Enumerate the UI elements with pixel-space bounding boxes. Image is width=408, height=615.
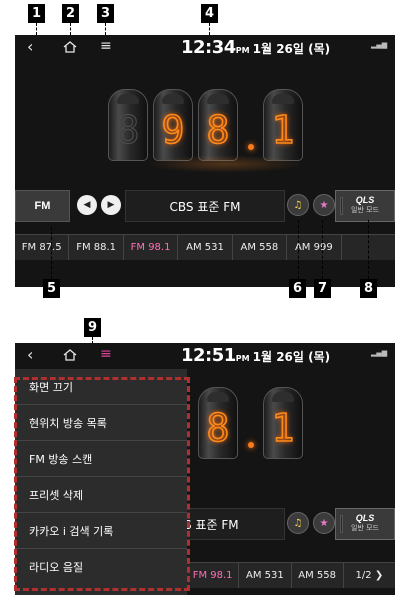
qls-button[interactable]: QLS 일반 모드 <box>335 508 395 540</box>
radio-screen-main: ‹ ≡ 12:34PM 1월 26일 (목) ▂▄▆ 8 9 8 1 FM ◀ ▶… <box>15 35 395 287</box>
qls-button[interactable]: QLS 일반 모드 <box>335 190 395 222</box>
star-icon: ★ <box>319 517 329 529</box>
music-note-icon: ♫ <box>293 199 303 211</box>
signal-icon: ▂▄▆ <box>371 41 388 49</box>
band-button[interactable]: FM <box>15 190 70 222</box>
decimal-point <box>248 144 254 150</box>
nixie-digit: 8 <box>206 107 230 153</box>
preset-item[interactable]: AM 531 <box>178 235 233 260</box>
station-name-display: S 표준 FM <box>175 508 285 540</box>
nixie-digit: 8 <box>116 107 140 152</box>
nixie-digit: 1 <box>271 107 295 153</box>
qls-logo: QLS <box>355 195 375 205</box>
nixie-digit: 9 <box>161 107 185 153</box>
nixie-tube-3: 8 <box>198 89 238 161</box>
callout-6: 6 <box>289 279 306 298</box>
callout-7: 7 <box>314 279 331 298</box>
menu-icon[interactable]: ≡ <box>100 39 112 53</box>
clock-date: 1월 26일 (목) <box>252 42 331 56</box>
leader-line <box>36 23 37 35</box>
leader-line <box>368 220 369 279</box>
leader-line <box>51 227 52 279</box>
nixie-tube-3: 8 <box>198 387 238 459</box>
preset-item[interactable]: AM 999 <box>287 235 342 260</box>
home-icon[interactable] <box>63 349 77 361</box>
callout-5: 5 <box>43 279 60 298</box>
nixie-tube-4: 1 <box>263 387 303 459</box>
leader-line <box>298 220 299 279</box>
preset-bar: FM 98.1 AM 531 AM 558 1/2 ❯ <box>187 562 395 588</box>
station-name: CBS 표준 FM <box>169 199 241 214</box>
nixie-tube-2: 9 <box>153 89 193 161</box>
music-note-icon: ♫ <box>293 517 303 529</box>
qls-mode-label: 일반 모드 <box>351 206 379 214</box>
status-bar: ‹ ≡ 12:34PM 1월 26일 (목) ▂▄▆ <box>15 35 395 61</box>
star-icon: ★ <box>319 199 329 211</box>
tube-glow <box>145 155 305 173</box>
qls-logo: QLS <box>355 513 375 523</box>
clock: 12:51PM 1월 26일 (목) <box>181 345 330 366</box>
callout-8: 8 <box>360 279 377 298</box>
leader-line <box>322 220 323 279</box>
preset-page-next[interactable]: 1/2 ❯ <box>344 563 395 588</box>
favorite-button[interactable]: ★ <box>313 512 335 534</box>
clock-ampm: PM <box>235 354 250 363</box>
leader-line <box>105 23 106 35</box>
back-icon[interactable]: ‹ <box>27 347 33 363</box>
sound-search-button[interactable]: ♫ <box>287 512 309 534</box>
callout-4: 4 <box>201 4 218 23</box>
clock: 12:34PM 1월 26일 (목) <box>181 37 330 58</box>
clock-time: 12:34 <box>181 37 236 58</box>
preset-item[interactable]: FM 87.5 <box>15 235 70 260</box>
callout-1: 1 <box>28 4 45 23</box>
sound-search-button[interactable]: ♫ <box>287 194 309 216</box>
preset-item[interactable]: AM 531 <box>239 563 292 588</box>
leader-line <box>70 23 71 35</box>
preset-bar: FM 87.5 FM 88.1 FM 98.1 AM 531 AM 558 AM… <box>15 234 395 260</box>
favorite-button[interactable]: ★ <box>313 194 335 216</box>
station-name: S 표준 FM <box>184 517 239 532</box>
preset-item-active[interactable]: FM 98.1 <box>187 563 240 588</box>
callout-2: 2 <box>62 4 79 23</box>
station-name-display: CBS 표준 FM <box>125 190 285 222</box>
seek-next-button[interactable]: ▶ <box>101 195 121 215</box>
nixie-digit: 1 <box>271 405 295 451</box>
callout-9: 9 <box>84 318 101 337</box>
highlight-box <box>14 377 190 591</box>
leader-line <box>209 23 210 35</box>
clock-time: 12:51 <box>181 345 236 366</box>
callout-3: 3 <box>97 4 114 23</box>
clock-date: 1월 26일 (목) <box>252 350 331 364</box>
nixie-tube-1: 8 <box>108 89 148 161</box>
menu-icon[interactable]: ≡ <box>100 347 112 361</box>
triangle-right-icon: ▶ <box>107 200 115 210</box>
back-icon[interactable]: ‹ <box>27 39 33 55</box>
decimal-point <box>248 442 254 448</box>
nixie-digit: 8 <box>206 405 230 451</box>
home-icon[interactable] <box>63 41 77 53</box>
preset-item[interactable]: FM 88.1 <box>69 235 124 260</box>
qls-indicator <box>340 515 343 533</box>
triangle-left-icon: ◀ <box>83 200 91 210</box>
preset-item[interactable]: AM 558 <box>292 563 344 588</box>
seek-prev-button[interactable]: ◀ <box>77 195 97 215</box>
signal-icon: ▂▄▆ <box>371 349 388 357</box>
preset-item[interactable]: AM 558 <box>233 235 288 260</box>
clock-ampm: PM <box>235 46 250 55</box>
preset-item-active[interactable]: FM 98.1 <box>124 235 179 260</box>
qls-indicator <box>340 197 343 215</box>
status-bar: ‹ ≡ 12:51PM 1월 26일 (목) ▂▄▆ <box>15 343 395 369</box>
control-row: FM ◀ ▶ CBS 표준 FM ♫ ★ QLS 일반 모드 <box>15 190 395 222</box>
qls-mode-label: 일반 모드 <box>351 524 379 532</box>
nixie-tube-4: 1 <box>263 89 303 161</box>
band-label: FM <box>34 200 51 212</box>
